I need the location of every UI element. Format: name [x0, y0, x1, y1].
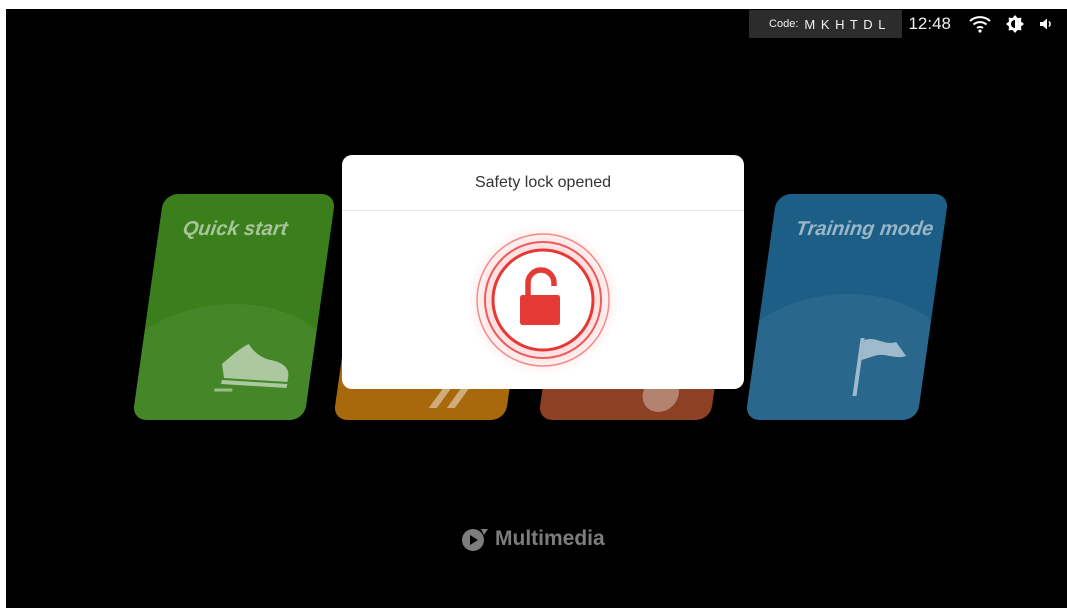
code-value: M K H T D L [804, 16, 887, 32]
training-mode-card[interactable]: Training mode [745, 194, 949, 420]
quick-start-card[interactable]: Quick start [132, 194, 336, 420]
training-mode-label: Training mode [794, 218, 935, 240]
volume-icon [1039, 17, 1053, 31]
treadmill-screen: Code: M K H T D L 12:48 Quick start Trai… [6, 9, 1067, 608]
unlocked-padlock-icon [467, 224, 619, 376]
multimedia-play-icon [462, 529, 488, 551]
safety-lock-graphic [466, 223, 620, 377]
code-badge: Code: M K H T D L [749, 10, 903, 38]
wifi-icon [969, 15, 991, 33]
status-time: 12:48 [908, 14, 951, 33]
card-wave [745, 294, 949, 420]
brightness-icon [1005, 14, 1025, 34]
flag-icon [852, 338, 907, 396]
safety-lock-dialog: Safety lock opened [342, 155, 744, 389]
code-label: Code: [769, 18, 799, 30]
sneaker-icon [214, 344, 289, 392]
quick-start-label: Quick start [181, 218, 289, 240]
dialog-title: Safety lock opened [342, 155, 744, 211]
multimedia-button[interactable]: Multimedia [461, 526, 605, 552]
status-bar: Code: M K H T D L 12:48 [749, 9, 1067, 39]
multimedia-label: Multimedia [495, 527, 605, 550]
